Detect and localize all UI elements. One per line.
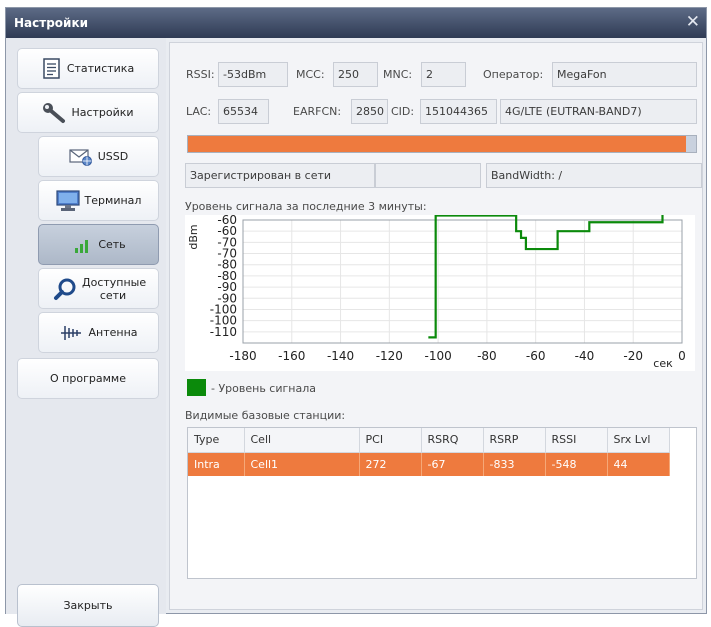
sidebar-item-available-networks[interactable]: Доступные сети: [38, 268, 159, 309]
column-header[interactable]: RSRP: [483, 428, 546, 453]
column-header[interactable]: Srx Lvl: [607, 428, 670, 453]
y-axis-label: dBm: [187, 224, 200, 249]
close-icon[interactable]: ✕: [686, 12, 700, 32]
table-cell: -67: [421, 452, 484, 476]
close-button[interactable]: Закрыть: [17, 584, 159, 627]
y-tick-label: -110: [210, 325, 237, 339]
signal-chart-svg: -180 -160 -140 -120 -100 -80 -60 -40 -20 0-60-60-…: [187, 209, 686, 370]
mcc-label: MCC:: [296, 68, 325, 81]
sidebar-item-label: Доступные сети: [82, 275, 147, 302]
table-header-row: Type Cell PCI RSRQ RSRP RSSI Srx Lvl: [188, 428, 670, 453]
mnc-label: MNC:: [383, 68, 413, 81]
cid-field: 151044365: [420, 99, 497, 124]
stations-title: Видимые базовые станции:: [185, 409, 346, 422]
x-tick-label: -100: [424, 349, 451, 363]
sidebar-item-label: О программе: [50, 372, 126, 385]
stations-table[interactable]: Type Cell PCI RSRQ RSRP RSSI Srx Lvl Intra Cell…: [187, 427, 697, 579]
signal-bars-icon: [71, 236, 93, 254]
cid-label: CID:: [391, 105, 415, 118]
plot-frame: [242, 219, 683, 344]
band-field: 4G/LTE (EUTRAN-BAND7): [500, 99, 697, 124]
signal-level-bar: [187, 135, 697, 153]
registration-status-field: Зарегистрирован в сети: [185, 163, 375, 188]
table-cell: Intra: [188, 452, 245, 476]
x-tick-label: 0: [678, 349, 686, 363]
magnifier-icon: [53, 277, 77, 301]
monitor-icon: [55, 189, 80, 212]
earfcn-field: 2850: [351, 99, 388, 124]
mnc-field: 2: [421, 62, 466, 87]
table-cell: 44: [607, 452, 670, 476]
x-tick-label: -160: [278, 349, 305, 363]
sidebar-item-ussd[interactable]: USSD: [38, 136, 159, 177]
network-panel: RSSI: -53dBm MCC: 250 MNC: 2 Оператор: M…: [169, 42, 703, 610]
legend-label: - Уровень сигнала: [211, 382, 316, 395]
column-header[interactable]: Cell: [244, 428, 360, 453]
earfcn-label: EARFCN:: [293, 105, 342, 118]
operator-label: Оператор:: [483, 68, 544, 81]
sidebar-item-label: Терминал: [84, 194, 142, 207]
sidebar-item-about[interactable]: О программе: [17, 358, 159, 399]
signal-level-fill: [188, 136, 686, 152]
chart-title: Уровень сигнала за последние 3 минуты:: [185, 200, 427, 213]
bandwidth-field: BandWidth: /: [486, 163, 702, 188]
sidebar-item-network[interactable]: Сеть: [38, 224, 159, 265]
status-extra-field: [375, 163, 481, 188]
stations-table-grid: Type Cell PCI RSRQ RSRP RSSI Srx Lvl Intra Cell…: [188, 428, 670, 476]
mcc-field: 250: [333, 62, 378, 87]
table-cell: -833: [483, 452, 546, 476]
table-cell: Cell1: [244, 452, 360, 476]
x-tick-label: -40: [575, 349, 595, 363]
sidebar-item-label: USSD: [97, 150, 129, 163]
sidebar-item-label: Сеть: [98, 238, 126, 251]
column-header[interactable]: PCI: [359, 428, 422, 453]
document-icon: [42, 57, 62, 80]
column-header[interactable]: RSSI: [545, 428, 608, 453]
signal-chart: -180 -160 -140 -120 -100 -80 -60 -40 -20 0 -60 -60-…: [185, 209, 695, 371]
sidebar-item-statistics[interactable]: Статистика: [17, 48, 159, 89]
x-tick-label: -20: [623, 349, 643, 363]
sidebar-item-label: Статистика: [66, 62, 135, 75]
wrench-icon: [42, 102, 66, 124]
rssi-label: RSSI:: [186, 68, 215, 81]
sidebar-item-antenna[interactable]: Антенна: [38, 312, 159, 353]
operator-field: MegaFon: [552, 62, 697, 87]
x-tick-label: -180: [229, 349, 256, 363]
table-row[interactable]: Intra Cell1 272 -67 -833 -548 44: [188, 452, 670, 476]
lac-label: LAC:: [186, 105, 212, 118]
x-axis-label: сек: [653, 357, 673, 370]
lac-field: 65534: [218, 99, 269, 124]
column-header[interactable]: Type: [188, 428, 245, 453]
window-title: Настройки: [14, 16, 89, 30]
table-cell: 272: [359, 452, 422, 476]
x-tick-label: -80: [477, 349, 497, 363]
table-cell: -548: [545, 452, 608, 476]
x-tick-label: -120: [376, 349, 403, 363]
legend-swatch: [187, 379, 206, 396]
sidebar-item-terminal[interactable]: Терминал: [38, 180, 159, 221]
sidebar-item-label: Настройки: [71, 106, 134, 119]
sidebar-item-label: Антенна: [88, 326, 138, 339]
sidebar: Статистика Настройки USSD Терминал Сеть: [6, 38, 166, 627]
column-header[interactable]: RSRQ: [421, 428, 484, 453]
sidebar-item-settings[interactable]: Настройки: [17, 92, 159, 133]
settings-window: Настройки ✕ Статистика Настройки USSD Те…: [5, 7, 707, 627]
antenna-icon: [59, 323, 83, 343]
envelope-globe-icon: [69, 148, 93, 166]
title-bar: Настройки ✕: [6, 8, 706, 38]
x-tick-label: -140: [327, 349, 354, 363]
x-tick-label: -60: [526, 349, 546, 363]
close-button-label: Закрыть: [63, 599, 113, 612]
rssi-field: -53dBm: [218, 62, 288, 87]
